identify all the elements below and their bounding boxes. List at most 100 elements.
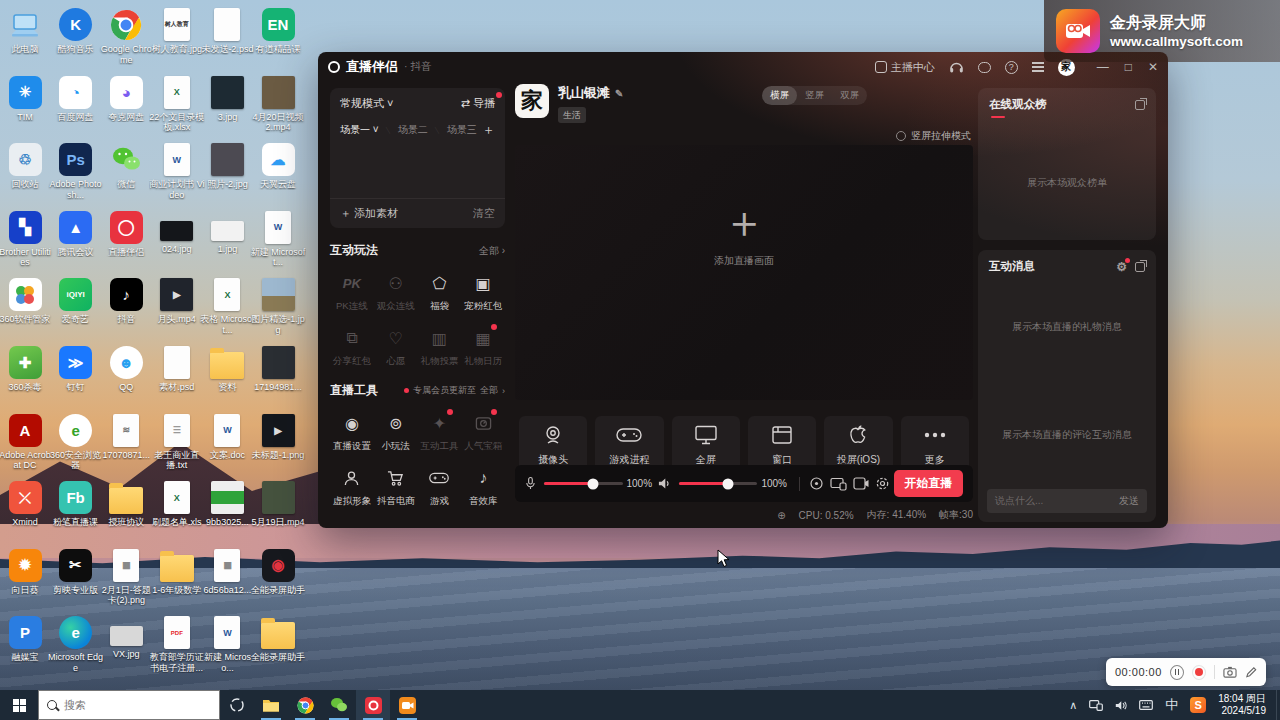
desktop-icon[interactable]: eMicrosoft Edge (48, 616, 104, 673)
tray-sogou-icon[interactable]: S (1190, 697, 1206, 713)
desktop-icon[interactable]: W新建 Microso... (199, 616, 255, 673)
desktop-icon[interactable]: ▶未标题-1.png (250, 414, 306, 461)
pause-button[interactable] (1170, 665, 1184, 680)
stretch-mode-toggle[interactable]: 竖屏拉伸模式 (896, 129, 971, 143)
speaker-icon[interactable] (658, 477, 671, 490)
screenshot-icon[interactable] (1223, 666, 1237, 678)
desktop-icon[interactable]: W商业计划书 Video (149, 143, 205, 200)
popout-icon[interactable] (1135, 100, 1145, 110)
desktop-icon[interactable]: 4月20日视频2.mp4 (250, 76, 306, 133)
feature-item[interactable]: ⧉分享红包 (330, 326, 374, 368)
tray-chevron-icon[interactable]: ∧ (1069, 699, 1077, 712)
taskbar-search[interactable]: 搜索 (38, 690, 220, 720)
screen-share-icon[interactable] (828, 477, 850, 491)
camera-icon[interactable] (850, 477, 872, 490)
edit-title-icon[interactable]: ✎ (615, 88, 623, 99)
desktop-icon[interactable]: P融媒宝 (0, 616, 53, 663)
desktop-icon[interactable]: 微信 (98, 143, 154, 190)
help-icon[interactable]: ? (1005, 61, 1018, 74)
desktop-icon[interactable]: Fb粉笔直播课 (48, 481, 104, 528)
clear-button[interactable]: 清空 (473, 206, 495, 221)
taskbar-cortana[interactable] (220, 690, 254, 720)
desktop-icon[interactable]: ≫钉钉 (48, 346, 104, 393)
zoom-icon[interactable]: ⊕ (777, 510, 785, 521)
feature-item[interactable]: 虚拟形象 (330, 466, 374, 508)
desktop-icon[interactable]: 此电脑 (0, 8, 53, 55)
screen-tab-0[interactable]: 横屏 (762, 86, 797, 105)
desktop-icon[interactable]: 全能录屏助手 (250, 616, 306, 663)
add-material-button[interactable]: ＋ 添加素材 (340, 206, 398, 221)
desktop-icon[interactable]: 360软件管家 (0, 278, 53, 325)
desktop-icon[interactable]: PDF教育部学历证书电子注册... (149, 616, 205, 673)
feature-item[interactable]: ✦互动工具 (418, 411, 462, 453)
add-scene-button[interactable]: ＋ (482, 121, 495, 139)
scene-tab[interactable]: 场景一 ˅ (340, 123, 379, 137)
desktop-icon[interactable]: ◉全能录屏助手 (250, 549, 306, 596)
feature-item[interactable]: ⚇观众连线 (374, 271, 418, 313)
taskbar-wechat[interactable] (322, 690, 356, 720)
send-button[interactable]: 发送 (1119, 494, 1139, 508)
desktop-icon[interactable]: X22个文目录模板.xlsx (149, 76, 205, 133)
desktop-icon[interactable]: ♲回收站 (0, 143, 53, 190)
maximize-button[interactable]: □ (1125, 60, 1132, 74)
desktop-icon[interactable]: PsAdobe Photosh... (48, 143, 104, 200)
feature-item[interactable]: ▦礼物日历 (461, 326, 505, 368)
message-input[interactable]: 说点什么... 发送 (987, 489, 1147, 513)
desktop-icon[interactable]: ▦2月1日-答题卡(2).png (98, 549, 154, 606)
feature-item[interactable]: ⊚小玩法 (374, 411, 418, 453)
desktop-icon[interactable]: ✚360杀毒 (0, 346, 53, 393)
tray-volume-icon[interactable] (1115, 700, 1127, 711)
popout-icon[interactable] (1135, 262, 1145, 272)
mic-icon[interactable] (525, 476, 536, 491)
feature-item[interactable]: ▥礼物投票 (418, 326, 462, 368)
desktop-icon[interactable]: ✹向日葵 (0, 549, 53, 596)
gear-icon[interactable]: ⚙ (1116, 261, 1127, 273)
settings-icon[interactable] (872, 476, 894, 491)
desktop-icon[interactable]: ☁天翼云盘 (250, 143, 306, 190)
close-button[interactable]: ✕ (1148, 60, 1158, 74)
desktop-icon[interactable]: ◕夸克网盘 (98, 76, 154, 123)
mode-select[interactable]: 常规模式 ˅ (340, 96, 393, 111)
stop-record-button[interactable] (1192, 665, 1206, 680)
desktop-icon[interactable]: K酷狗音乐 (48, 8, 104, 55)
desktop-icon[interactable]: ⤫Xmind (0, 481, 53, 528)
desktop-icon[interactable]: X刷题名单.xls (149, 481, 205, 528)
desktop-icon[interactable]: ▚Brother Utilities (0, 211, 53, 268)
tray-ime-icon[interactable]: 中 (1165, 696, 1178, 714)
desktop-icon[interactable]: AAdobe Acrobat DC (0, 414, 53, 471)
start-live-button[interactable]: 开始直播 (894, 470, 963, 497)
taskbar-explorer[interactable] (254, 690, 288, 720)
desktop-icon[interactable]: iQIYI爱奇艺 (48, 278, 104, 325)
desktop-icon[interactable]: 024.jpg (149, 211, 205, 255)
desktop-icon[interactable]: X表格 Microsoft... (199, 278, 255, 335)
director-button[interactable]: ⇄ 导播 (461, 96, 495, 111)
screen-tab-1[interactable]: 竖屏 (797, 86, 832, 105)
desktop-icon[interactable]: ◯直播伴侣 (98, 211, 154, 258)
desktop-icon[interactable]: W文案.doc (199, 414, 255, 461)
desktop-icon[interactable]: 5月19日.mp4 (250, 481, 306, 528)
desktop-icon[interactable]: ≋17070871... (98, 414, 154, 461)
minimize-button[interactable]: — (1097, 60, 1109, 74)
desktop-icon[interactable]: 未发送-2.psd (199, 8, 255, 55)
feature-item[interactable]: ♡心愿 (374, 326, 418, 368)
tray-keyboard-icon[interactable] (1139, 700, 1153, 710)
screen-tab-2[interactable]: 双屏 (832, 86, 867, 105)
desktop-icon[interactable]: 资料 (199, 346, 255, 393)
mic-volume-slider[interactable] (544, 482, 623, 485)
desktop-icon[interactable]: W新建 Microsoft... (250, 211, 306, 268)
taskbar-recorder[interactable] (390, 690, 424, 720)
desktop-icon[interactable]: e360安全浏览器 (48, 414, 104, 471)
feature-item[interactable]: 游戏 (418, 466, 462, 508)
headset-icon[interactable] (949, 60, 964, 74)
desktop-icon[interactable]: VX.jpg (98, 616, 154, 660)
desktop-icon[interactable]: 素材.psd (149, 346, 205, 393)
feedback-icon[interactable] (978, 62, 991, 73)
desktop-icon[interactable]: 照片-2.jpg (199, 143, 255, 190)
desktop-icon[interactable]: ▦6d56ba12... (199, 549, 255, 596)
scene-tab[interactable]: 场景三 (447, 123, 477, 137)
desktop-icon[interactable]: ✳TIM (0, 76, 53, 123)
desktop-icon[interactable]: Google Chrome (98, 8, 154, 65)
preview-area[interactable]: ＋ 添加直播画面 (515, 145, 973, 400)
pen-icon[interactable] (1245, 666, 1257, 679)
soundcard-icon[interactable] (806, 476, 828, 491)
